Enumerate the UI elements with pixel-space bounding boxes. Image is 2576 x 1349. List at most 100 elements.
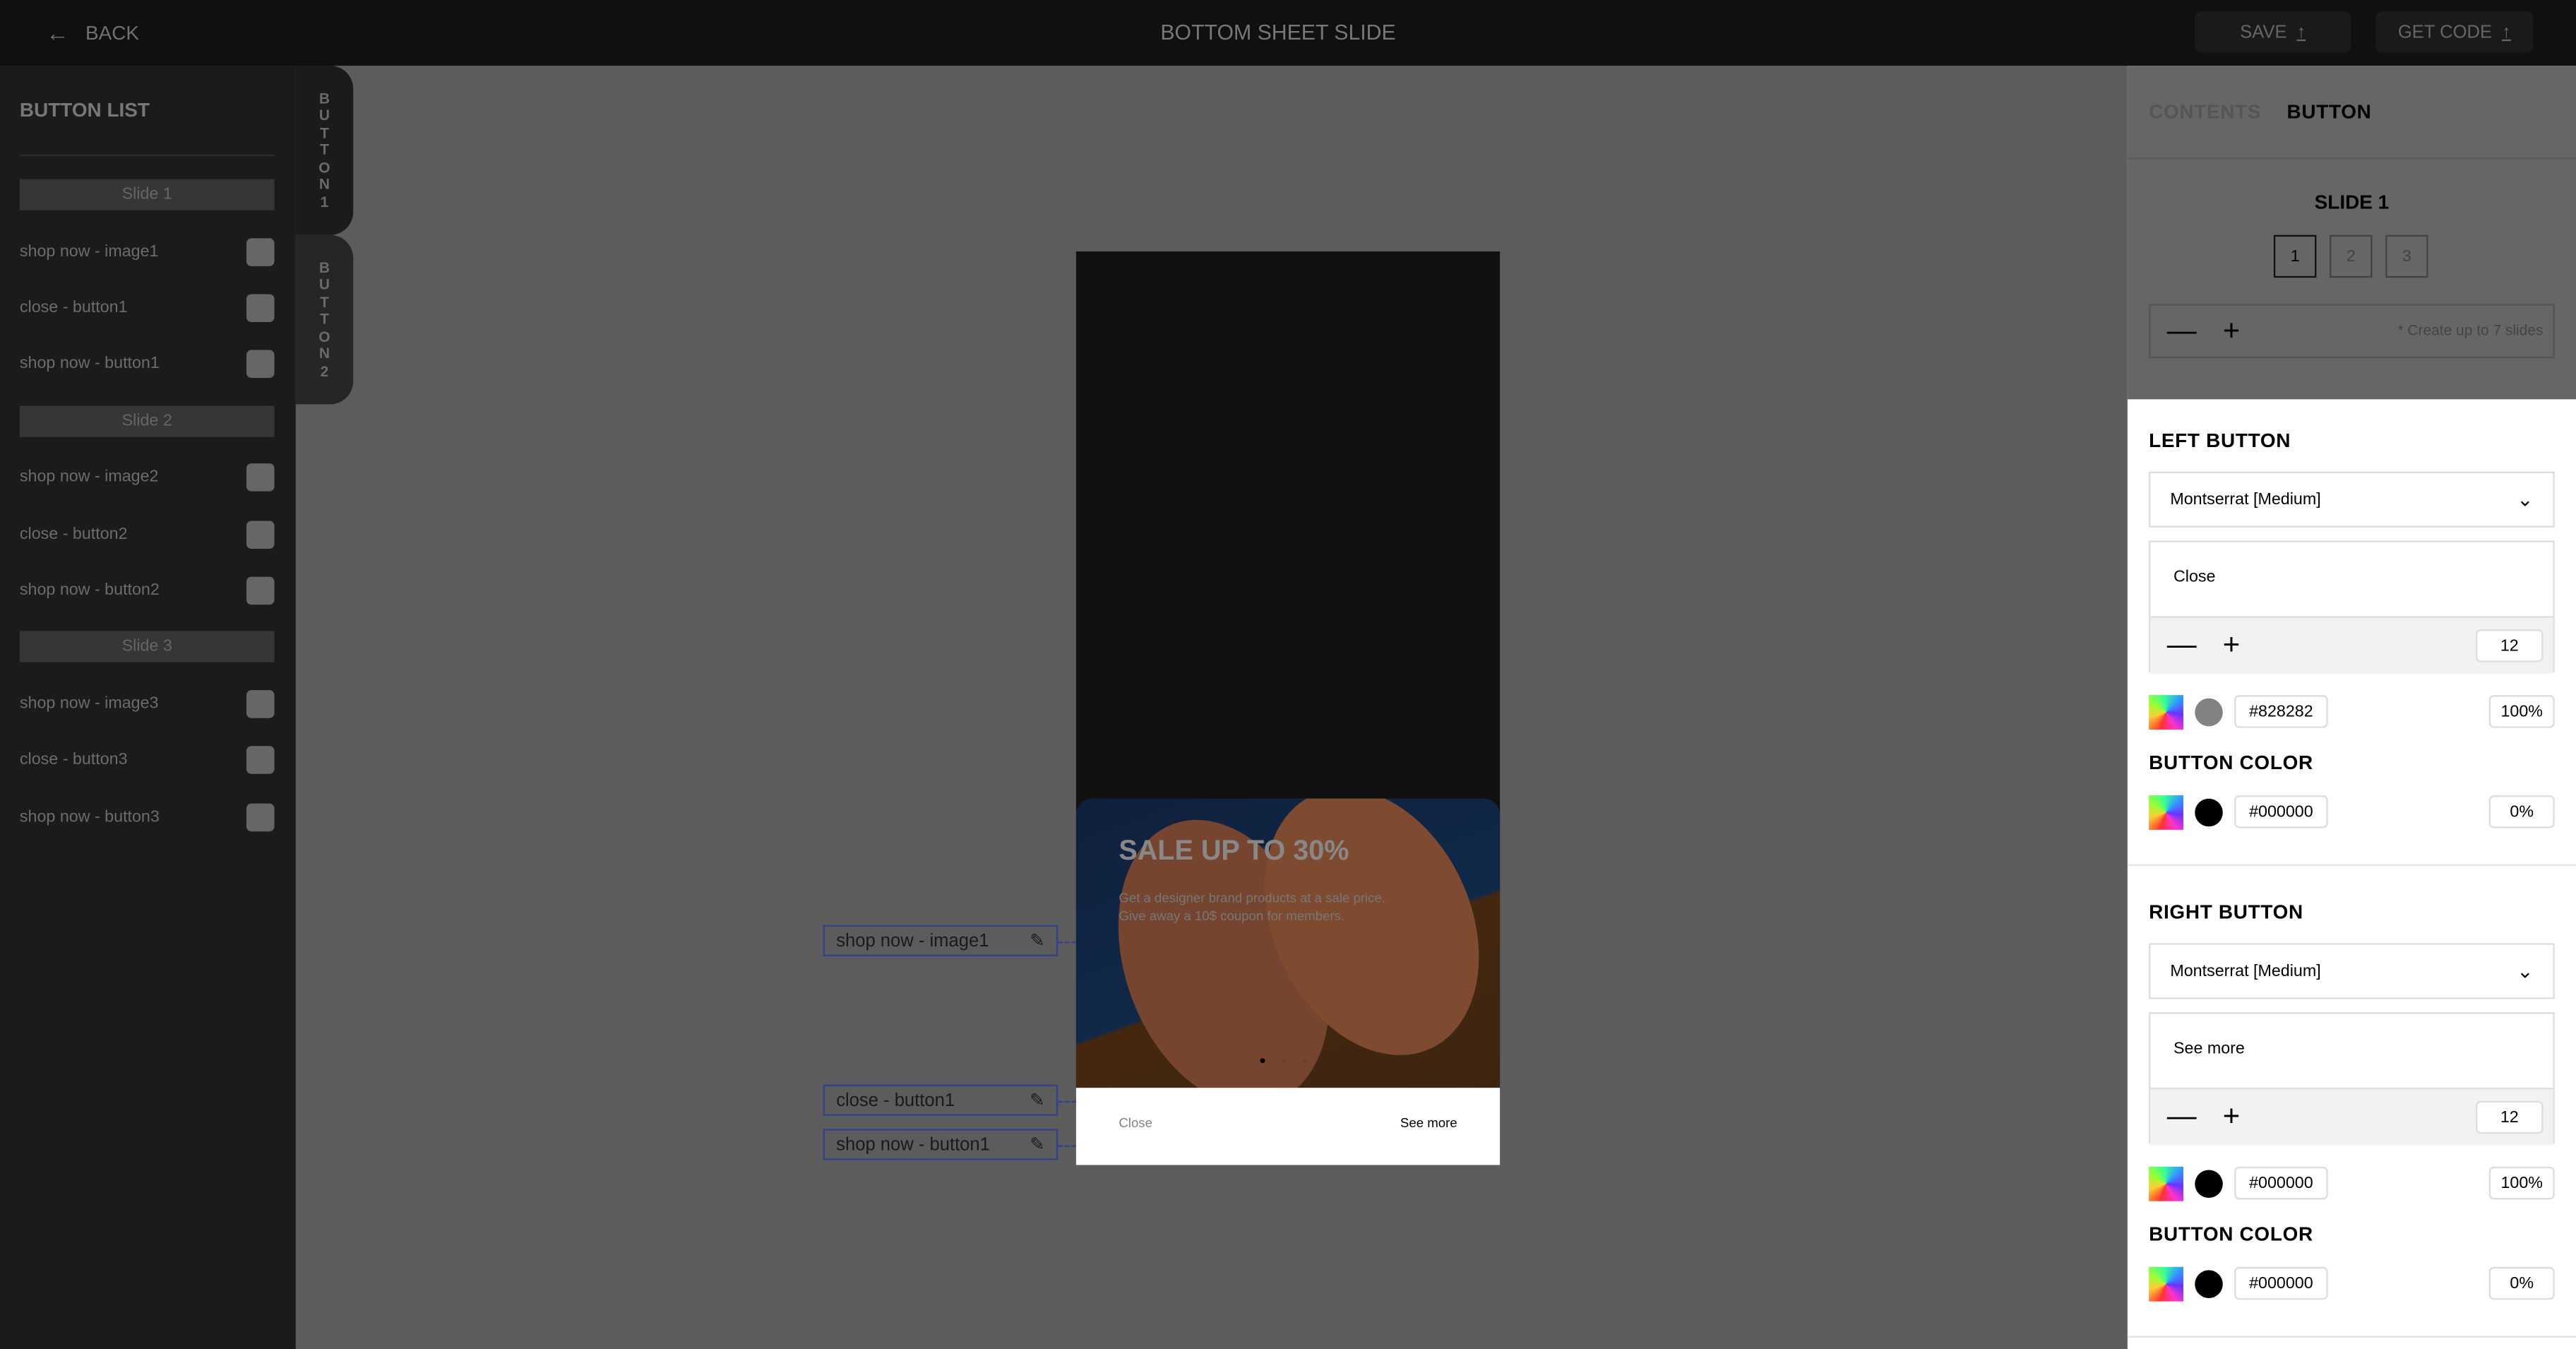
minus-icon[interactable]: — xyxy=(2167,1101,2197,1131)
preview-close-button[interactable]: Close xyxy=(1119,1116,1152,1131)
chevron-down-icon: ⌄ xyxy=(2517,487,2534,511)
divider xyxy=(19,154,275,157)
item-label: shop now - button3 xyxy=(19,807,160,826)
save-label: SAVE xyxy=(2240,22,2287,42)
button-color-swatch[interactable] xyxy=(2195,1270,2223,1298)
left-text-input[interactable]: Close xyxy=(2174,569,2216,587)
preview-see-more-button[interactable]: See more xyxy=(1400,1116,1457,1131)
checkbox[interactable] xyxy=(246,689,275,718)
tab-letter: T xyxy=(320,293,329,311)
upload-icon: ↑ xyxy=(2502,22,2511,42)
plus-icon[interactable]: + xyxy=(2223,629,2240,659)
minus-icon[interactable]: — xyxy=(2167,316,2197,345)
left-font-select[interactable]: Montserrat [Medium] ⌄ xyxy=(2149,471,2555,528)
button-opacity-input[interactable]: 0% xyxy=(2488,795,2555,828)
pencil-icon[interactable]: ✎ xyxy=(1030,1089,1044,1111)
chevron-down-icon: ⌄ xyxy=(2517,959,2534,983)
list-item[interactable]: shop now - button2 xyxy=(20,576,275,605)
button-opacity-input[interactable]: 0% xyxy=(2488,1266,2555,1300)
pencil-icon[interactable]: ✎ xyxy=(1030,930,1044,951)
connector-line xyxy=(1058,1145,1076,1147)
button-color-title: BUTTON COLOR xyxy=(2149,751,2313,774)
connector-line xyxy=(1058,941,1076,944)
item-label: close - button2 xyxy=(19,525,128,544)
checkbox[interactable] xyxy=(246,802,275,831)
item-label: shop now - button2 xyxy=(19,581,160,600)
dot[interactable] xyxy=(1281,1058,1287,1064)
pencil-icon[interactable]: ✎ xyxy=(1030,1134,1044,1155)
connector-line xyxy=(1058,1100,1076,1103)
tab-letter: U xyxy=(318,276,330,293)
text-opacity-input[interactable]: 100% xyxy=(2488,695,2555,728)
dot-active[interactable] xyxy=(1260,1058,1265,1064)
font-size-input[interactable]: 12 xyxy=(2476,629,2544,662)
plus-icon[interactable]: + xyxy=(2223,1101,2240,1131)
slide-image[interactable]: SALE UP TO 30% Get a designer brand prod… xyxy=(1075,798,1501,1088)
checkbox[interactable] xyxy=(246,746,275,775)
plus-icon[interactable]: + xyxy=(2223,316,2240,345)
slide-note: * Create up to 7 slides xyxy=(2397,321,2544,339)
list-item[interactable]: shop now - image3 xyxy=(20,689,275,719)
list-item[interactable]: close - button2 xyxy=(20,519,275,549)
left-button-title: LEFT BUTTON xyxy=(2149,429,2291,452)
tab-letter: N xyxy=(318,345,330,362)
checkbox[interactable] xyxy=(246,463,275,492)
checkbox[interactable] xyxy=(246,237,275,266)
minus-icon[interactable]: — xyxy=(2167,629,2197,659)
text-color-swatch[interactable] xyxy=(2195,698,2223,727)
slide-header[interactable]: Slide 1 xyxy=(19,179,275,210)
pagination-dots xyxy=(1260,1058,1308,1064)
slide-count-row: — + * Create up to 7 slides xyxy=(2149,304,2555,359)
list-item[interactable]: shop now - image1 xyxy=(20,237,275,266)
tab-letter: T xyxy=(320,141,329,158)
list-item[interactable]: close - button3 xyxy=(20,746,275,775)
canvas-label-close-button1[interactable]: close - button1 ✎ xyxy=(823,1084,1059,1116)
right-font-select[interactable]: Montserrat [Medium] ⌄ xyxy=(2149,943,2555,999)
color-wheel-icon[interactable] xyxy=(2149,795,2183,830)
tab-button[interactable]: BUTTON xyxy=(2287,100,2372,124)
tab-button1[interactable]: BUTTON1 xyxy=(295,66,354,235)
right-text-input[interactable]: See more xyxy=(2174,1040,2245,1059)
color-wheel-icon[interactable] xyxy=(2149,1266,2183,1302)
label-text: shop now - image1 xyxy=(836,930,989,951)
slide-headline: SALE UP TO 30% xyxy=(1119,834,1349,867)
get-code-button[interactable]: GET CODE ↑ xyxy=(2375,11,2534,53)
color-wheel-icon[interactable] xyxy=(2149,695,2183,730)
font-size-stepper: — + 12 xyxy=(2150,1088,2553,1146)
item-label: shop now - image1 xyxy=(19,242,159,261)
desc-line: Give away a 10$ coupon for members. xyxy=(1119,908,1345,924)
checkbox[interactable] xyxy=(246,294,275,322)
text-color-swatch[interactable] xyxy=(2195,1170,2223,1199)
text-opacity-input[interactable]: 100% xyxy=(2488,1166,2555,1200)
canvas-label-shopnow-button1[interactable]: shop now - button1 ✎ xyxy=(823,1129,1059,1160)
slide-header[interactable]: Slide 3 xyxy=(19,631,275,663)
checkbox[interactable] xyxy=(246,576,275,605)
divider xyxy=(2127,158,2576,160)
text-color-input[interactable]: #000000 xyxy=(2234,1166,2328,1200)
text-color-input[interactable]: #828282 xyxy=(2234,695,2328,728)
list-item[interactable]: close - button1 xyxy=(20,293,275,323)
slide-number-1[interactable]: 1 xyxy=(2273,234,2317,278)
list-item[interactable]: shop now - button3 xyxy=(20,802,275,832)
button-color-input[interactable]: #000000 xyxy=(2234,1266,2328,1300)
color-wheel-icon[interactable] xyxy=(2149,1166,2183,1201)
button-color-input[interactable]: #000000 xyxy=(2234,795,2328,828)
save-button[interactable]: SAVE ↑ xyxy=(2195,11,2351,53)
tab-button2[interactable]: BUTTON2 xyxy=(295,234,354,405)
slide-settings: CONTENTS BUTTON SLIDE 1 1 2 3 — + * Crea… xyxy=(2127,66,2576,400)
tab-contents[interactable]: CONTENTS xyxy=(2149,100,2261,124)
checkbox[interactable] xyxy=(246,520,275,549)
checkbox[interactable] xyxy=(246,350,275,379)
slide-number-2[interactable]: 2 xyxy=(2330,234,2373,278)
font-size-input[interactable]: 12 xyxy=(2476,1100,2544,1134)
list-item[interactable]: shop now - button1 xyxy=(20,350,275,379)
slide-header[interactable]: Slide 2 xyxy=(19,405,275,437)
item-label: close - button3 xyxy=(19,751,128,770)
top-bar: ← BACK BOTTOM SHEET SLIDE SAVE ↑ GET CODE ↑ xyxy=(0,0,2576,66)
button-color-swatch[interactable] xyxy=(2195,798,2223,827)
slide-number-3[interactable]: 3 xyxy=(2385,234,2428,278)
canvas-label-image1[interactable]: shop now - image1 ✎ xyxy=(823,925,1059,957)
list-item[interactable]: shop now - image2 xyxy=(20,463,275,492)
item-label: shop now - image2 xyxy=(19,468,159,487)
dot[interactable] xyxy=(1302,1058,1308,1064)
